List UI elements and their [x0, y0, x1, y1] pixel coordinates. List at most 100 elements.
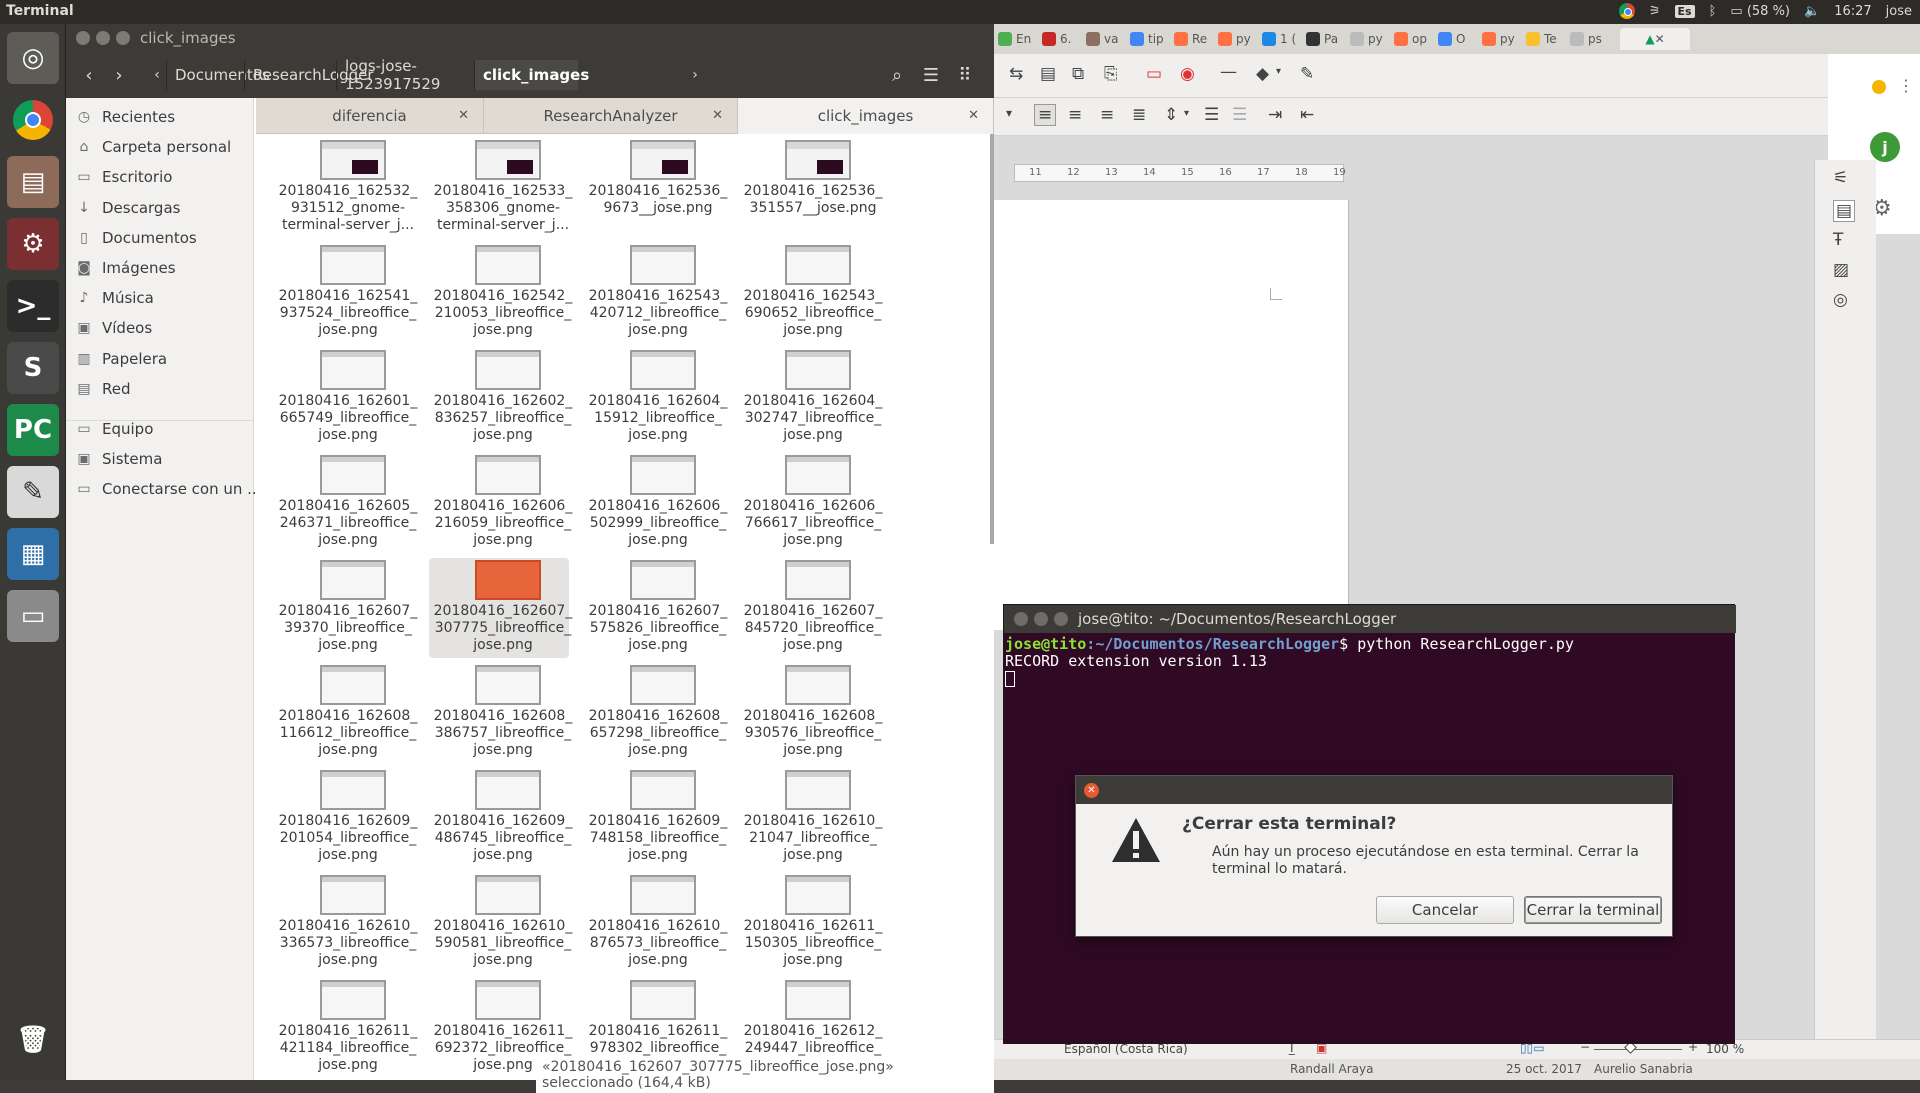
keyboard-layout-indicator[interactable]: Es [1674, 4, 1695, 18]
tab-researchanalyzer[interactable]: ResearchAnalyzer ✕ [484, 98, 738, 134]
track-changes-icon[interactable]: ◉ [1180, 64, 1195, 84]
tab-close-icon[interactable]: ✕ [1655, 32, 1665, 46]
breadcrumb-researchlogger[interactable]: ResearchLogger [244, 60, 374, 90]
list-view-button[interactable]: ☰ [916, 60, 946, 90]
browser-tab[interactable]: tip [1130, 28, 1164, 50]
browser-tab[interactable]: 6. [1042, 28, 1071, 50]
tab-close-icon[interactable]: ✕ [458, 108, 469, 123]
file-item[interactable]: 20180416_162536_ 351557__jose.png [739, 138, 882, 238]
sidebar-item-sistema[interactable]: ▣ Sistema [76, 446, 162, 472]
cancel-button[interactable]: Cancelar [1376, 896, 1514, 924]
chrome-launcher-button[interactable] [7, 94, 59, 146]
dialog-close-button[interactable]: ✕ [1084, 783, 1099, 798]
file-item[interactable]: 20180416_162609_ 201054_libreoffice_ jose.… [274, 768, 417, 868]
file-item[interactable]: 20180416_162607_ 307775_libreoffice_ jose.… [429, 558, 572, 658]
avatar[interactable]: j [1870, 132, 1900, 162]
files-launcher-button[interactable]: ▤ [7, 156, 59, 208]
close-window-button[interactable] [76, 31, 90, 45]
line-spacing-dropdown-icon[interactable]: ▾ [1184, 108, 1189, 119]
file-item[interactable]: 20180416_162543_ 420712_libreoffice_ jose.… [584, 243, 727, 343]
style-dropdown-icon[interactable]: ▾ [1006, 106, 1012, 120]
file-item[interactable]: 20180416_162607_ 39370_libreoffice_ jose.p… [274, 558, 417, 658]
browser-tab-active[interactable]: ▲ ✕ [1620, 28, 1690, 50]
file-item[interactable]: 20180416_162606_ 216059_libreoffice_ jose.… [429, 453, 572, 553]
back-button[interactable]: ‹ [74, 60, 104, 90]
file-item[interactable]: 20180416_162610_ 876573_libreoffice_ jose.… [584, 873, 727, 973]
line-icon[interactable]: — [1220, 62, 1237, 82]
file-item[interactable]: 20180416_162608_ 930576_libreoffice_ jose.… [739, 663, 882, 763]
breadcrumb-documentos[interactable]: Documentos [166, 60, 270, 90]
file-item[interactable]: 20180416_162610_ 590581_libreoffice_ jose.… [429, 873, 572, 973]
file-item[interactable]: 20180416_162604_ 302747_libreoffice_ jose.… [739, 348, 882, 448]
decrease-spacing-icon[interactable]: ☰ [1232, 105, 1247, 125]
file-item[interactable]: 20180416_162608_ 657298_libreoffice_ jose.… [584, 663, 727, 763]
sidebar-item-recientes[interactable]: ◷ Recientes [76, 104, 175, 130]
browser-tab[interactable]: En [998, 28, 1031, 50]
sidebar-item-vídeos[interactable]: ▣ Vídeos [76, 315, 152, 341]
shapes-dropdown-icon[interactable]: ▾ [1276, 66, 1281, 77]
file-item[interactable]: 20180416_162611_ 421184_libreoffice_ jose.… [274, 978, 417, 1078]
file-item[interactable]: 20180416_162610_ 336573_libreoffice_ jose.… [274, 873, 417, 973]
align-center-icon[interactable]: ≡ [1068, 105, 1082, 125]
dialog-titlebar[interactable]: ✕ [1076, 776, 1672, 804]
maximize-window-button[interactable] [116, 31, 130, 45]
file-item[interactable]: 20180416_162607_ 845720_libreoffice_ jose.… [739, 558, 882, 658]
user-name[interactable]: jose [1886, 4, 1912, 19]
browser-tab[interactable]: op [1394, 28, 1427, 50]
align-right-icon[interactable]: ≡ [1100, 105, 1114, 125]
trash-launcher-button[interactable]: 🗑 [7, 1014, 59, 1066]
page-icon[interactable]: ▤ [1833, 200, 1856, 222]
volume-icon[interactable]: 🔈 [1804, 4, 1820, 19]
sublime-launcher-button[interactable]: S [7, 342, 59, 394]
file-item[interactable]: 20180416_162611_ 150305_libreoffice_ jose.… [739, 873, 882, 973]
file-item[interactable]: 20180416_162604_ 15912_libreoffice_ jose.p… [584, 348, 727, 448]
sidebar-item-descargas[interactable]: ↓ Descargas [76, 195, 180, 221]
file-item[interactable]: 20180416_162536_ 9673__jose.png [584, 138, 727, 238]
file-item[interactable]: 20180416_162532_ 931512_gnome-terminal-se… [274, 138, 417, 238]
ubuntu-dash-button[interactable]: ◎ [7, 32, 59, 84]
increase-spacing-icon[interactable]: ☰ [1204, 105, 1219, 125]
file-item[interactable]: 20180416_162608_ 116612_libreoffice_ jose.… [274, 663, 417, 763]
tab-close-icon[interactable]: ✕ [712, 108, 723, 123]
drive-launcher-button[interactable]: ▭ [7, 590, 59, 642]
increase-indent-icon[interactable]: ⇥ [1268, 105, 1282, 125]
bluetooth-icon[interactable]: ᛒ [1709, 4, 1717, 19]
text-editor-launcher-button[interactable]: ✎ [7, 466, 59, 518]
terminal-launcher-button[interactable]: >_ [7, 280, 59, 332]
shapes-icon[interactable]: ◆ [1256, 64, 1269, 84]
impress-launcher-button[interactable]: ▦ [7, 528, 59, 580]
chrome-indicator-icon[interactable] [1618, 3, 1635, 19]
navigator-icon[interactable]: ⇆ [1009, 64, 1023, 84]
sidebar-item-papelera[interactable]: ▥ Papelera [76, 346, 167, 372]
forward-button[interactable]: › [104, 60, 134, 90]
battery-indicator[interactable]: ▭ (58 %) [1730, 4, 1790, 19]
file-item[interactable]: 20180416_162610_ 21047_libreoffice_ jose.p… [739, 768, 882, 868]
file-item[interactable]: 20180416_162543_ 690652_libreoffice_ jose.… [739, 243, 882, 343]
browser-tab[interactable]: O [1438, 28, 1465, 50]
tab-diferencia[interactable]: diferencia ✕ [256, 98, 484, 134]
styles-icon[interactable]: Ŧ [1833, 230, 1843, 250]
browser-tab[interactable]: py [1218, 28, 1251, 50]
sidebar-item-escritorio[interactable]: ▭ Escritorio [76, 164, 172, 190]
browser-tab[interactable]: va [1086, 28, 1118, 50]
breadcrumb-logs-jose-1523917529[interactable]: logs-jose-1523917529 [336, 57, 474, 93]
file-item[interactable]: 20180416_162609_ 486745_libreoffice_ jose.… [429, 768, 572, 868]
close-window-button[interactable] [1014, 612, 1028, 626]
file-item[interactable]: 20180416_162607_ 575826_libreoffice_ jose.… [584, 558, 727, 658]
close-terminal-button[interactable]: Cerrar la terminal [1524, 896, 1662, 924]
more-vert-icon[interactable]: ⋮ [1898, 76, 1914, 95]
sidebar-item-música[interactable]: ♪ Música [76, 285, 154, 311]
file-item[interactable]: 20180416_162542_ 210053_libreoffice_ jose.… [429, 243, 572, 343]
breadcrumb-scroll-right-icon[interactable]: › [686, 60, 704, 90]
line-spacing-icon[interactable]: ⇕ [1164, 105, 1178, 125]
browser-tab[interactable]: Pa [1306, 28, 1338, 50]
zoom-slider[interactable] [1594, 1049, 1682, 1050]
minimize-window-button[interactable] [96, 31, 110, 45]
comment-icon[interactable]: ▭ [1146, 64, 1162, 84]
navigator-compass-icon[interactable]: ◎ [1833, 290, 1848, 310]
file-item[interactable]: 20180416_162541_ 937524_libreoffice_ jose.… [274, 243, 417, 343]
insert-field-icon[interactable]: ▤ [1040, 64, 1056, 84]
pycharm-launcher-button[interactable]: PC [7, 404, 59, 456]
browser-tab[interactable]: ps [1570, 28, 1602, 50]
file-item[interactable]: 20180416_162609_ 748158_libreoffice_ jose.… [584, 768, 727, 868]
